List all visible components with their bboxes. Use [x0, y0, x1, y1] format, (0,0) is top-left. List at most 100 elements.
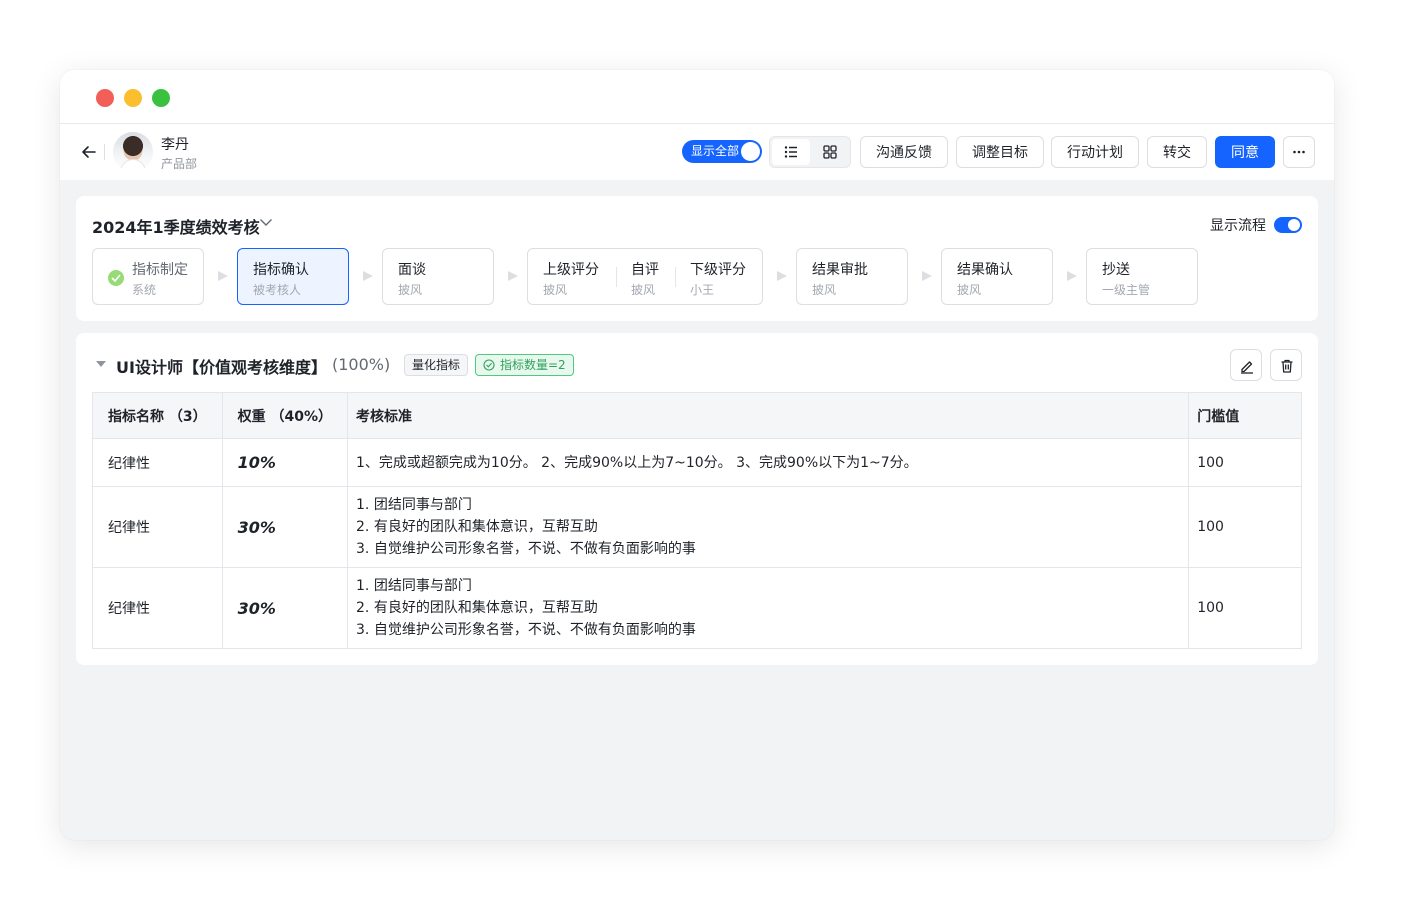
- step-name: 下级评分: [690, 262, 746, 278]
- dimension-title: UI设计师【价值观考核维度】: [116, 358, 327, 377]
- column-header-weight: 权重 （40%）: [221, 392, 349, 439]
- list-view-icon: [784, 146, 797, 158]
- criteria-line: 3. 自觉维护公司形象名誉，不说、不做有负面影响的事: [356, 622, 696, 638]
- step-indicator-result-approval[interactable]: 结果审批 披风: [796, 248, 908, 305]
- table-row[interactable]: 纪律性 30% 1. 团结同事与部门 2. 有良好的团队和集体意识，互帮互助 3…: [92, 567, 1302, 649]
- criteria-line: 2. 有良好的团队和集体意识，互帮互助: [356, 600, 598, 616]
- step-name: 指标制定: [132, 262, 188, 278]
- user-department: 产品部: [161, 157, 198, 171]
- check-circle-icon: [108, 270, 124, 286]
- indicator-weight: 30%: [221, 486, 349, 568]
- edit-icon: [1241, 361, 1253, 374]
- step-name: 上级评分: [543, 262, 599, 278]
- edit-button[interactable]: [1230, 349, 1262, 381]
- table-row[interactable]: 纪律性 30% 1. 团结同事与部门 2. 有良好的团队和集体意识，互帮互助 3…: [92, 486, 1302, 568]
- indicator-type-tag: 量化指标: [404, 354, 469, 376]
- step-assignee: 披风: [631, 283, 656, 297]
- step-assignee: 披风: [398, 283, 423, 297]
- step-indicator-confirm[interactable]: 指标确认 被考核人: [237, 248, 349, 305]
- toggle-knob: [1288, 219, 1300, 231]
- step-arrow-icon: [363, 271, 373, 281]
- step-name: 结果审批: [812, 262, 868, 278]
- transfer-button[interactable]: 转交: [1147, 136, 1207, 168]
- step-name: 指标确认: [253, 262, 309, 278]
- user-name: 李丹: [161, 137, 189, 153]
- indicator-threshold: 100: [1188, 438, 1302, 487]
- indicator-weight: 10%: [221, 438, 349, 487]
- step-assignee: 披风: [543, 283, 568, 297]
- show-all-label: 显示全部: [691, 144, 740, 158]
- more-button[interactable]: [1283, 136, 1315, 168]
- indicator-criteria: 1、完成或超额完成为10分。 2、完成90%以上为7~10分。 3、完成90%以…: [347, 438, 1190, 487]
- process-card: 2024年1季度绩效考核 显示流程 指标制定 系统 指标确认 被考核人 面谈 披…: [76, 196, 1318, 321]
- show-all-toggle[interactable]: 显示全部: [682, 140, 762, 163]
- page-header: 李丹 产品部 显示全部 沟通反馈 调整目标 行动计划 转交 同意: [60, 124, 1334, 180]
- approve-button[interactable]: 同意: [1215, 136, 1275, 168]
- main-content: 2024年1季度绩效考核 显示流程 指标制定 系统 指标确认 被考核人 面谈 披…: [76, 196, 1318, 665]
- avatar: [113, 132, 153, 172]
- process-title[interactable]: 2024年1季度绩效考核: [92, 214, 260, 238]
- window-titlebar: [60, 70, 1334, 124]
- toggle-knob: [741, 142, 760, 161]
- table-row[interactable]: 纪律性 10% 1、完成或超额完成为10分。 2、完成90%以上为7~10分。 …: [92, 438, 1302, 487]
- check-circle-icon: [483, 359, 495, 371]
- table-header-row: 指标名称 （3） 权重 （40%） 考核标准 门槛值: [92, 392, 1302, 439]
- back-arrow-icon[interactable]: [80, 143, 98, 161]
- indicator-name: 纪律性: [92, 486, 223, 568]
- indicator-name: 纪律性: [92, 567, 223, 649]
- criteria-line: 1. 团结同事与部门: [356, 578, 472, 594]
- column-header-threshold: 门槛值: [1188, 392, 1302, 439]
- delete-icon: [1281, 359, 1293, 373]
- column-header-criteria: 考核标准: [347, 392, 1190, 439]
- indicator-count-tag: 指标数量=2: [475, 354, 574, 376]
- step-name: 抄送: [1102, 262, 1130, 278]
- view-switcher: [769, 136, 851, 168]
- step-arrow-icon: [1067, 271, 1077, 281]
- column-header-name: 指标名称 （3）: [92, 392, 223, 439]
- indicator-threshold: 100: [1188, 486, 1302, 568]
- step-indicator-setup[interactable]: 指标制定 系统: [92, 248, 204, 305]
- delete-button[interactable]: [1270, 349, 1302, 381]
- indicator-criteria: 1. 团结同事与部门 2. 有良好的团队和集体意识，互帮互助 3. 自觉维护公司…: [347, 567, 1190, 649]
- grid-view-button[interactable]: [811, 139, 849, 165]
- caret-down-icon[interactable]: [96, 361, 106, 368]
- step-indicator-cc[interactable]: 抄送 一级主管: [1086, 248, 1198, 305]
- step-indicator-supervisor-score[interactable]: 上级评分 披风: [528, 249, 616, 304]
- step-name: 面谈: [398, 262, 426, 278]
- indicator-count-label: 指标数量=2: [500, 358, 566, 372]
- criteria-line: 1、完成或超额完成为10分。 2、完成90%以上为7~10分。 3、完成90%以…: [356, 454, 918, 471]
- indicator-criteria: 1. 团结同事与部门 2. 有良好的团队和集体意识，互帮互助 3. 自觉维护公司…: [347, 486, 1190, 568]
- step-arrow-icon: [922, 271, 932, 281]
- app-window: 李丹 产品部 显示全部 沟通反馈 调整目标 行动计划 转交 同意 2024年1季…: [60, 70, 1334, 840]
- step-assignee: 被考核人: [253, 283, 302, 297]
- step-indicator-subordinate-score[interactable]: 下级评分 小王: [675, 249, 763, 304]
- dimension-percent: (100%): [332, 355, 391, 374]
- step-indicator-result-confirm[interactable]: 结果确认 披风: [941, 248, 1053, 305]
- step-name: 自评: [631, 262, 659, 278]
- adjust-goal-button[interactable]: 调整目标: [956, 136, 1044, 168]
- indicator-weight: 30%: [221, 567, 349, 649]
- criteria-line: 3. 自觉维护公司形象名誉，不说、不做有负面影响的事: [356, 541, 696, 557]
- step-assignee: 系统: [132, 283, 157, 297]
- header-divider: [104, 144, 105, 160]
- list-view-button[interactable]: [772, 139, 810, 165]
- indicator-name: 纪律性: [92, 438, 223, 487]
- step-indicator-self-review[interactable]: 自评 披风: [616, 249, 675, 304]
- close-window-button[interactable]: [96, 89, 114, 107]
- more-icon: [1293, 150, 1305, 154]
- show-flow-toggle[interactable]: [1274, 217, 1302, 233]
- show-flow-label: 显示流程: [1210, 218, 1266, 234]
- action-plan-button[interactable]: 行动计划: [1051, 136, 1139, 168]
- step-assignee: 一级主管: [1102, 283, 1151, 297]
- step-indicator-interview[interactable]: 面谈 披风: [382, 248, 494, 305]
- chevron-down-icon[interactable]: [259, 217, 273, 227]
- step-name: 结果确认: [957, 262, 1013, 278]
- step-assignee: 小王: [690, 283, 715, 297]
- grid-view-icon: [823, 145, 837, 159]
- feedback-button[interactable]: 沟通反馈: [860, 136, 948, 168]
- minimize-window-button[interactable]: [124, 89, 142, 107]
- step-assignee: 披风: [812, 283, 837, 297]
- indicator-threshold: 100: [1188, 567, 1302, 649]
- step-arrow-icon: [218, 271, 228, 281]
- maximize-window-button[interactable]: [152, 89, 170, 107]
